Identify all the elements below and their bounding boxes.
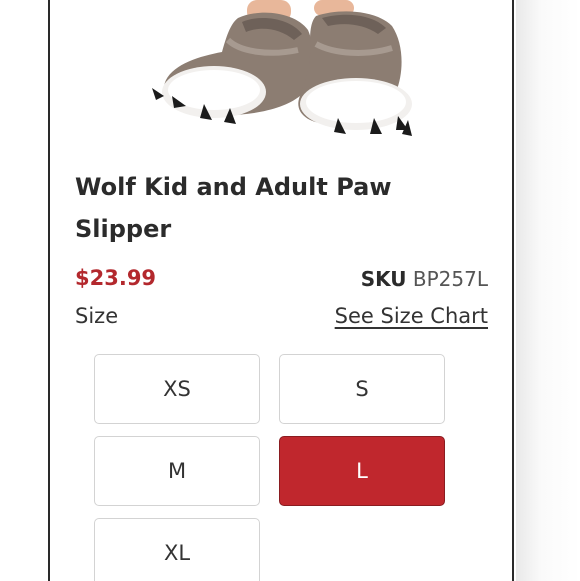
product-title: Wolf Kid and Adult Paw Slipper <box>75 173 392 243</box>
sku-label: SKU <box>360 267 407 291</box>
size-label: Size <box>75 304 119 328</box>
size-option-m[interactable]: M <box>94 436 260 506</box>
size-option-l[interactable]: L <box>279 436 445 506</box>
size-chart-link[interactable]: See Size Chart <box>335 304 488 328</box>
page-edge-shadow <box>516 0 580 581</box>
sku-value: BP257L <box>412 267 488 291</box>
size-option-xl[interactable]: XL <box>94 518 260 581</box>
size-option-xs[interactable]: XS <box>94 354 260 424</box>
product-price: $23.99 <box>75 266 157 290</box>
product-image <box>152 0 412 136</box>
size-option-s[interactable]: S <box>279 354 445 424</box>
product-sku: SKU BP257L <box>361 267 488 291</box>
product-page: Wolf Kid and Adult Paw Slipper $23.99 SK… <box>0 0 580 581</box>
